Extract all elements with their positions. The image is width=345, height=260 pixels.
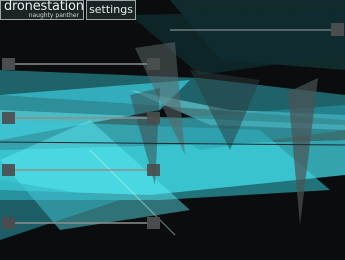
slider-handle-right[interactable]	[147, 164, 160, 176]
slider-handle-right[interactable]	[147, 58, 160, 70]
slider-handle-left[interactable]	[2, 217, 15, 229]
app-subtitle: naughty panther	[28, 12, 79, 19]
top-bar: dronestation naughty panther settings	[0, 0, 136, 22]
slider-handle-left[interactable]	[2, 112, 15, 124]
settings-button[interactable]: settings	[86, 0, 136, 20]
visualizer-canvas	[0, 0, 345, 240]
slider-5[interactable]	[331, 23, 344, 36]
slider-handle-right[interactable]	[331, 23, 344, 36]
slider-handle-right[interactable]	[147, 112, 160, 124]
app-logo: dronestation naughty panther	[0, 0, 84, 20]
slider-handle-right[interactable]	[147, 217, 160, 229]
slider-handle-left[interactable]	[2, 58, 15, 70]
slider-handle-left[interactable]	[2, 164, 15, 176]
slider-1[interactable]	[2, 58, 160, 70]
